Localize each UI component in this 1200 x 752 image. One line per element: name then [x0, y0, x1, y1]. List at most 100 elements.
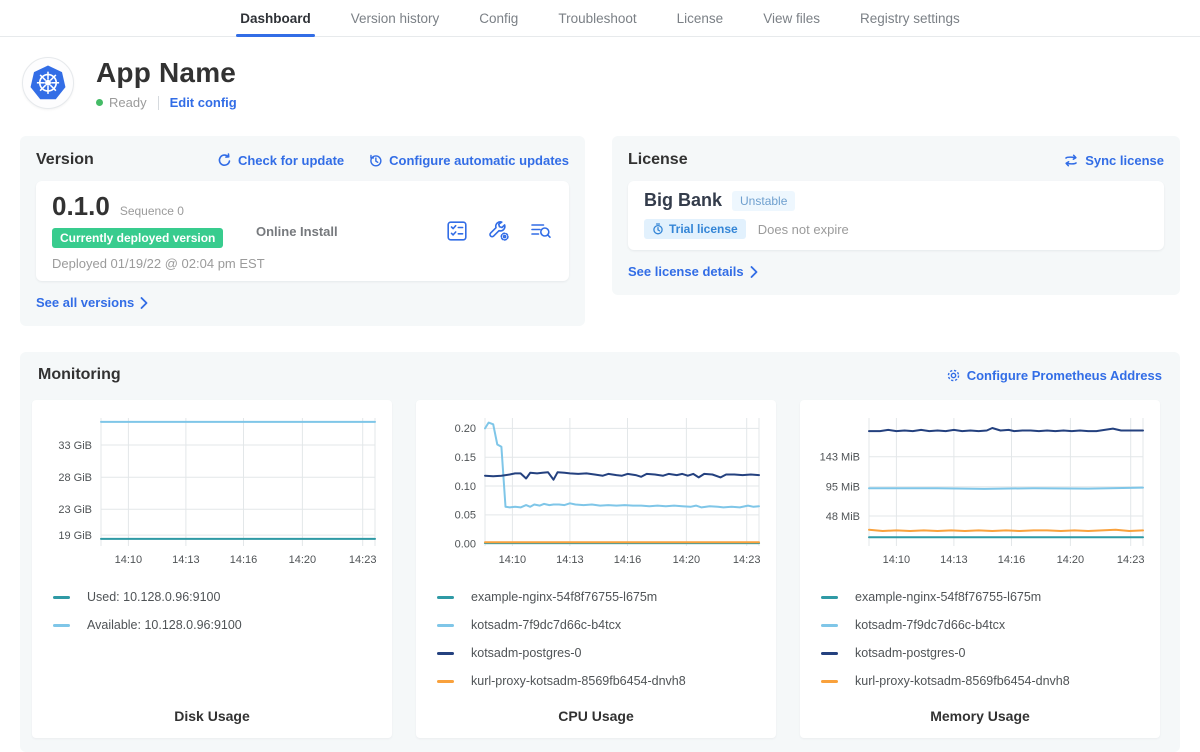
- tab-label: Version history: [351, 11, 440, 26]
- configure-auto-updates-link[interactable]: Configure automatic updates: [368, 153, 569, 168]
- tab-label: View files: [763, 11, 820, 26]
- preflight-checks-icon[interactable]: [445, 219, 469, 243]
- edit-config-icon[interactable]: [487, 219, 511, 243]
- tab-config[interactable]: Config: [459, 0, 538, 36]
- svg-text:14:23: 14:23: [733, 554, 761, 566]
- view-logs-icon[interactable]: [529, 219, 553, 243]
- legend-label: kotsadm-7f9dc7d66c-b4tcx: [471, 618, 621, 632]
- legend-item: Available: 10.128.0.96:9100: [53, 618, 381, 632]
- deployed-badge: Currently deployed version: [52, 228, 223, 248]
- app-name: App Name: [96, 57, 237, 89]
- legend-label: kurl-proxy-kotsadm-8569fb6454-dnvh8: [855, 674, 1070, 688]
- legend-label: example-nginx-54f8f76755-l675m: [855, 590, 1041, 604]
- trial-license-label: Trial license: [669, 222, 738, 236]
- legend-label: example-nginx-54f8f76755-l675m: [471, 590, 657, 604]
- svg-text:95 MiB: 95 MiB: [826, 482, 860, 494]
- legend-item: kotsadm-postgres-0: [821, 646, 1149, 660]
- status-dot: [96, 99, 103, 106]
- trial-license-badge: Trial license: [644, 219, 746, 239]
- chart-legend: example-nginx-54f8f76755-l675m kotsadm-7f…: [811, 590, 1149, 702]
- tab-label: License: [677, 11, 724, 26]
- tab-version-history[interactable]: Version history: [331, 0, 460, 36]
- install-type: Online Install: [256, 224, 445, 239]
- svg-text:14:23: 14:23: [1117, 554, 1145, 566]
- legend-swatch: [437, 680, 454, 683]
- legend-swatch: [53, 624, 70, 627]
- svg-text:14:23: 14:23: [349, 554, 377, 566]
- svg-text:14:10: 14:10: [115, 554, 143, 566]
- disk-usage-chart: 33 GiB28 GiB23 GiB19 GiB14:1014:1314:161…: [43, 412, 381, 570]
- channel-badge: Unstable: [732, 191, 795, 211]
- svg-text:28 GiB: 28 GiB: [58, 472, 92, 484]
- svg-text:19 GiB: 19 GiB: [58, 530, 92, 542]
- tab-dashboard[interactable]: Dashboard: [220, 0, 331, 36]
- tab-view-files[interactable]: View files: [743, 0, 840, 36]
- legend-swatch: [437, 624, 454, 627]
- legend-swatch: [437, 652, 454, 655]
- cpu-usage-chart: 0.200.150.100.050.0014:1014:1314:1614:20…: [427, 412, 765, 570]
- app-header: App Name Ready Edit config: [0, 37, 1200, 110]
- legend-item: Used: 10.128.0.96:9100: [53, 590, 381, 604]
- current-version-panel: 0.1.0 Sequence 0 Currently deployed vers…: [36, 181, 569, 281]
- svg-text:48 MiB: 48 MiB: [826, 511, 860, 523]
- legend-item: example-nginx-54f8f76755-l675m: [437, 590, 765, 604]
- svg-text:14:20: 14:20: [289, 554, 317, 566]
- chevron-right-icon: [750, 266, 758, 278]
- monitoring-section: Monitoring Configure Prometheus Address …: [20, 352, 1180, 752]
- legend-item: kotsadm-7f9dc7d66c-b4tcx: [821, 618, 1149, 632]
- sync-license-label: Sync license: [1085, 153, 1164, 168]
- see-license-details-link[interactable]: See license details: [628, 264, 758, 279]
- disk-usage-chart-card: 33 GiB28 GiB23 GiB19 GiB14:1014:1314:161…: [32, 400, 392, 738]
- legend-label: kotsadm-postgres-0: [855, 646, 965, 660]
- deployed-timestamp: Deployed 01/19/22 @ 02:04 pm EST: [52, 256, 256, 271]
- svg-text:14:10: 14:10: [883, 554, 911, 566]
- svg-text:14:16: 14:16: [614, 554, 642, 566]
- svg-text:33 GiB: 33 GiB: [58, 440, 92, 452]
- chevron-right-icon: [140, 297, 148, 309]
- schedule-clock-icon: [368, 153, 383, 168]
- tab-label: Config: [479, 11, 518, 26]
- sync-license-link[interactable]: Sync license: [1063, 153, 1164, 168]
- check-for-update-label: Check for update: [238, 153, 344, 168]
- edit-config-link[interactable]: Edit config: [170, 95, 237, 110]
- tab-troubleshoot[interactable]: Troubleshoot: [538, 0, 656, 36]
- chart-title: CPU Usage: [427, 702, 765, 726]
- svg-text:0.00: 0.00: [455, 539, 476, 551]
- legend-label: Available: 10.128.0.96:9100: [87, 618, 242, 632]
- tab-license[interactable]: License: [657, 0, 744, 36]
- svg-text:0.20: 0.20: [455, 423, 476, 435]
- legend-swatch: [821, 680, 838, 683]
- version-card-title: Version: [36, 151, 94, 169]
- license-panel: Big Bank Unstable Trial license Does not…: [628, 181, 1164, 250]
- memory-usage-chart: 143 MiB95 MiB48 MiB14:1014:1314:1614:201…: [811, 412, 1149, 570]
- tab-label: Registry settings: [860, 11, 960, 26]
- svg-text:14:20: 14:20: [1057, 554, 1085, 566]
- legend-label: kotsadm-postgres-0: [471, 646, 581, 660]
- kubernetes-icon: [28, 63, 68, 103]
- svg-text:14:20: 14:20: [673, 554, 701, 566]
- version-sequence: Sequence 0: [120, 204, 184, 218]
- see-license-details-label: See license details: [628, 264, 744, 279]
- license-card-title: License: [628, 151, 688, 169]
- svg-text:0.05: 0.05: [455, 510, 476, 522]
- divider: [158, 96, 159, 110]
- cpu-usage-chart-card: 0.200.150.100.050.0014:1014:1314:1614:20…: [416, 400, 776, 738]
- tab-label: Dashboard: [240, 11, 311, 26]
- tab-registry-settings[interactable]: Registry settings: [840, 0, 980, 36]
- see-all-versions-link[interactable]: See all versions: [36, 295, 148, 310]
- svg-text:14:13: 14:13: [172, 554, 200, 566]
- legend-swatch: [821, 596, 838, 599]
- version-number: 0.1.0: [52, 191, 110, 222]
- legend-item: kurl-proxy-kotsadm-8569fb6454-dnvh8: [821, 674, 1149, 688]
- svg-text:14:10: 14:10: [499, 554, 527, 566]
- legend-item: kurl-proxy-kotsadm-8569fb6454-dnvh8: [437, 674, 765, 688]
- refresh-icon: [217, 153, 232, 168]
- app-logo: [22, 57, 74, 109]
- svg-text:143 MiB: 143 MiB: [820, 452, 860, 464]
- legend-swatch: [53, 596, 70, 599]
- configure-prometheus-link[interactable]: Configure Prometheus Address: [946, 368, 1162, 383]
- svg-text:14:13: 14:13: [556, 554, 584, 566]
- legend-item: kotsadm-7f9dc7d66c-b4tcx: [437, 618, 765, 632]
- app-status: Ready: [109, 95, 147, 110]
- check-for-update-link[interactable]: Check for update: [217, 153, 344, 168]
